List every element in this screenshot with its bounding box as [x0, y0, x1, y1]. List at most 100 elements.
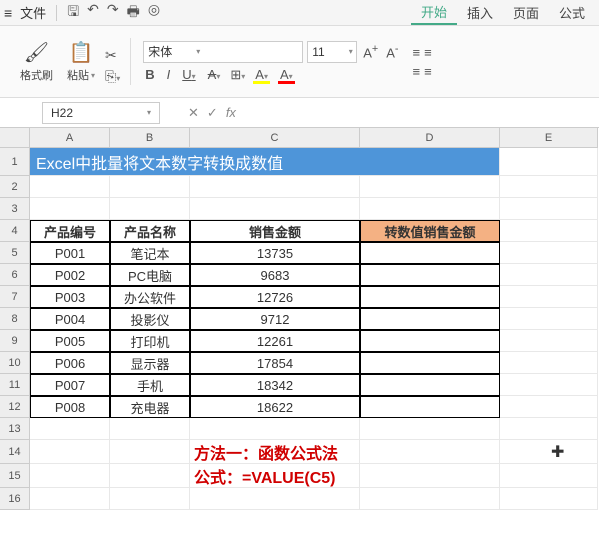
- row-header-16[interactable]: 16: [0, 488, 30, 510]
- cell-sales-amount[interactable]: 12726: [190, 286, 360, 308]
- copy-icon[interactable]: ⎘▾: [105, 68, 120, 85]
- cell-C16[interactable]: [190, 488, 360, 510]
- tab-formula[interactable]: 公式: [549, 0, 595, 25]
- cell-C13[interactable]: [190, 418, 360, 440]
- header-sales-amount[interactable]: 销售金额: [190, 220, 360, 242]
- cell-C3[interactable]: [190, 198, 360, 220]
- cell-numeric-amount[interactable]: [360, 396, 500, 418]
- tab-home[interactable]: 开始: [411, 0, 457, 25]
- cell-sales-amount[interactable]: 18342: [190, 374, 360, 396]
- underline-button[interactable]: U▾: [180, 67, 197, 82]
- shrink-font-button[interactable]: A-: [384, 43, 400, 60]
- cell-B2[interactable]: [110, 176, 190, 198]
- print-icon[interactable]: 🖶: [127, 1, 140, 25]
- cell-numeric-amount[interactable]: [360, 242, 500, 264]
- cell-B13[interactable]: [110, 418, 190, 440]
- cut-icon[interactable]: ✂: [105, 47, 120, 64]
- cell-B14[interactable]: [110, 440, 190, 464]
- cell-sales-amount[interactable]: 17854: [190, 352, 360, 374]
- cell-A2[interactable]: [30, 176, 110, 198]
- cell-A14[interactable]: [30, 440, 110, 464]
- cell-E5[interactable]: [500, 242, 598, 264]
- cell-E12[interactable]: [500, 396, 598, 418]
- cell-product-id[interactable]: P007: [30, 374, 110, 396]
- cell-A13[interactable]: [30, 418, 110, 440]
- row-header-4[interactable]: 4: [0, 220, 30, 242]
- italic-button[interactable]: I: [165, 67, 173, 82]
- col-header-E[interactable]: E: [500, 128, 598, 148]
- row-header-10[interactable]: 10: [0, 352, 30, 374]
- cell-E6[interactable]: [500, 264, 598, 286]
- save-icon[interactable]: 🖫: [67, 1, 79, 25]
- cell-product-name[interactable]: 笔记本: [110, 242, 190, 264]
- cell-E16[interactable]: [500, 488, 598, 510]
- cell-A3[interactable]: [30, 198, 110, 220]
- cell-E11[interactable]: [500, 374, 598, 396]
- col-header-D[interactable]: D: [360, 128, 500, 148]
- cell-product-name[interactable]: 打印机: [110, 330, 190, 352]
- header-product-name[interactable]: 产品名称: [110, 220, 190, 242]
- tab-insert[interactable]: 插入: [457, 0, 503, 25]
- undo-icon[interactable]: ↶: [87, 1, 99, 25]
- cell-product-id[interactable]: P004: [30, 308, 110, 330]
- row-header-5[interactable]: 5: [0, 242, 30, 264]
- spreadsheet-grid[interactable]: ABCDE 12345678910111213141516 Excel中批量将文…: [0, 128, 599, 545]
- header-product-id[interactable]: 产品编号: [30, 220, 110, 242]
- font-name-select[interactable]: 宋体▾: [143, 41, 303, 63]
- col-header-A[interactable]: A: [30, 128, 110, 148]
- bold-button[interactable]: B: [143, 67, 156, 82]
- cell-product-name[interactable]: 充电器: [110, 396, 190, 418]
- cell-C2[interactable]: [190, 176, 360, 198]
- cell-product-id[interactable]: P005: [30, 330, 110, 352]
- cell-product-id[interactable]: P001: [30, 242, 110, 264]
- cell-E15[interactable]: [500, 464, 598, 488]
- align-middle-icon[interactable]: ≡: [424, 45, 432, 60]
- hamburger-icon[interactable]: ≡: [4, 5, 12, 21]
- row-header-6[interactable]: 6: [0, 264, 30, 286]
- preview-icon[interactable]: ◎: [148, 1, 160, 25]
- cell-product-name[interactable]: 办公软件: [110, 286, 190, 308]
- row-header-7[interactable]: 7: [0, 286, 30, 308]
- cell-E8[interactable]: [500, 308, 598, 330]
- cell-sales-amount[interactable]: 9712: [190, 308, 360, 330]
- cell-B3[interactable]: [110, 198, 190, 220]
- cell-E14[interactable]: [500, 440, 598, 464]
- cell-D2[interactable]: [360, 176, 500, 198]
- tab-page[interactable]: 页面: [503, 0, 549, 25]
- cell-E9[interactable]: [500, 330, 598, 352]
- cell-E1[interactable]: [500, 148, 598, 176]
- cell-A16[interactable]: [30, 488, 110, 510]
- cell-B16[interactable]: [110, 488, 190, 510]
- cell-E3[interactable]: [500, 198, 598, 220]
- cell-product-name[interactable]: PC电脑: [110, 264, 190, 286]
- cell-product-id[interactable]: P002: [30, 264, 110, 286]
- name-box[interactable]: H22 ▾: [42, 102, 160, 124]
- cell-sales-amount[interactable]: 18622: [190, 396, 360, 418]
- cell-sales-amount[interactable]: 13735: [190, 242, 360, 264]
- cell-D13[interactable]: [360, 418, 500, 440]
- align-top-icon[interactable]: ≡: [413, 45, 421, 60]
- redo-icon[interactable]: ↷: [107, 1, 119, 25]
- method-line-1[interactable]: 方法一：函数公式法: [190, 440, 500, 464]
- cell-numeric-amount[interactable]: [360, 352, 500, 374]
- cell-product-id[interactable]: P003: [30, 286, 110, 308]
- cell-numeric-amount[interactable]: [360, 286, 500, 308]
- highlight-button[interactable]: A▾: [253, 67, 270, 82]
- row-header-8[interactable]: 8: [0, 308, 30, 330]
- cell-E4[interactable]: [500, 220, 598, 242]
- cell-D3[interactable]: [360, 198, 500, 220]
- paste-button[interactable]: 📋 粘贴▾: [63, 38, 99, 85]
- cell-D16[interactable]: [360, 488, 500, 510]
- cell-E2[interactable]: [500, 176, 598, 198]
- cell-sales-amount[interactable]: 9683: [190, 264, 360, 286]
- cell-A15[interactable]: [30, 464, 110, 488]
- method-line-2[interactable]: 公式：=VALUE(C5): [190, 464, 500, 488]
- cell-numeric-amount[interactable]: [360, 308, 500, 330]
- confirm-icon[interactable]: ✓: [207, 105, 218, 121]
- border-button[interactable]: ⊞▾: [230, 67, 245, 83]
- cell-numeric-amount[interactable]: [360, 264, 500, 286]
- cell-product-name[interactable]: 手机: [110, 374, 190, 396]
- cell-E13[interactable]: [500, 418, 598, 440]
- cell-E10[interactable]: [500, 352, 598, 374]
- strike-button[interactable]: A▾: [206, 67, 223, 82]
